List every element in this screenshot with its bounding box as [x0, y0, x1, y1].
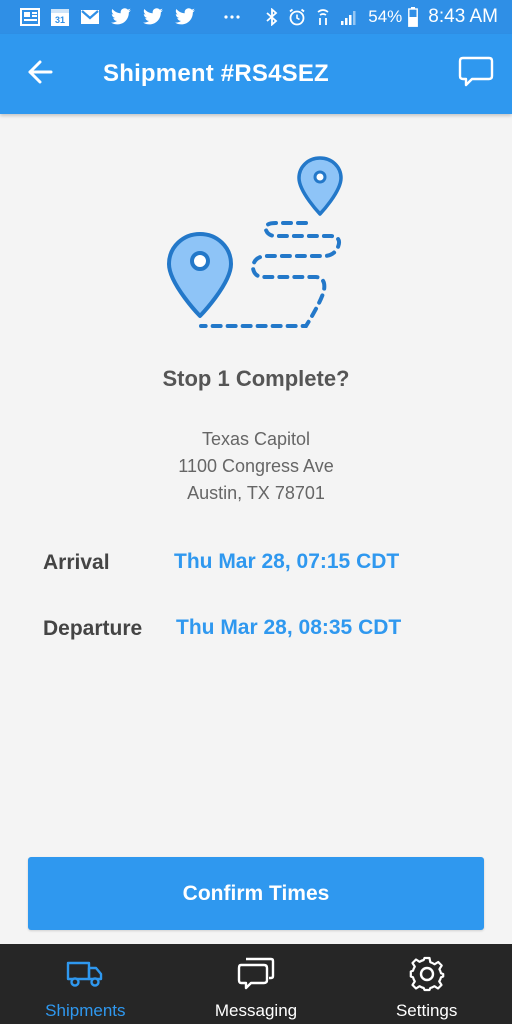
calendar-icon: 31	[50, 7, 70, 27]
twitter-icon	[174, 8, 196, 26]
nav-item-messaging[interactable]: Messaging	[171, 944, 342, 1024]
address-line-3: Austin, TX 78701	[187, 483, 325, 503]
status-time: 8:43 AM	[428, 6, 498, 27]
more-icon	[224, 15, 240, 19]
confirm-times-button[interactable]: Confirm Times	[28, 857, 484, 930]
status-right: 54% 8:43 AM	[266, 6, 498, 28]
status-left: 31	[20, 7, 240, 27]
news-icon	[20, 8, 40, 26]
address-line-1: Texas Capitol	[201, 429, 311, 449]
app-bar: Shipment #RS4SEZ	[0, 34, 512, 114]
gear-icon	[409, 956, 445, 992]
twitter-icon	[142, 8, 164, 26]
page-title: Shipment #RS4SEZ	[103, 60, 329, 87]
chat-bubble-icon	[458, 56, 494, 93]
arrow-left-icon	[27, 60, 53, 89]
gmail-icon	[80, 9, 100, 25]
alarm-icon	[288, 8, 306, 26]
nav-label-settings: Settings	[395, 1001, 458, 1020]
chat-button[interactable]	[456, 56, 496, 92]
address-line-2: 1100 Congress Ave	[178, 456, 334, 476]
wifi-icon	[316, 8, 330, 26]
stop-address: Texas Capitol 1100 Congress Ave Austin, …	[0, 426, 512, 507]
messages-icon	[237, 956, 275, 992]
bluetooth-icon	[266, 8, 278, 26]
nav-label-messaging: Messaging	[214, 1001, 298, 1020]
status-bar: 31 54% 8:43 AM	[0, 0, 512, 34]
nav-label-shipments: Shipments	[45, 1001, 126, 1020]
nav-item-shipments[interactable]: Shipments	[0, 944, 171, 1024]
signal-icon	[340, 9, 358, 25]
departure-time[interactable]: Thu Mar 28, 08:35 CDT	[176, 616, 401, 640]
bottom-nav: Shipments Messaging Settings	[0, 944, 512, 1024]
calendar-day: 31	[55, 15, 65, 25]
back-button[interactable]	[22, 56, 58, 92]
battery-icon	[408, 7, 419, 27]
twitter-icon	[110, 8, 132, 26]
departure-label: Departure	[43, 617, 143, 640]
nav-item-settings[interactable]: Settings	[341, 944, 512, 1024]
stop-title: Stop 1 Complete?	[162, 366, 350, 391]
route-map-pins-icon	[156, 150, 356, 340]
arrival-time[interactable]: Thu Mar 28, 07:15 CDT	[174, 550, 399, 574]
departure-row: Departure	[43, 614, 142, 644]
arrival-label: Arrival	[43, 551, 110, 574]
truck-icon	[66, 956, 104, 992]
arrival-row: Arrival	[43, 548, 110, 578]
battery-percent: 54%	[368, 7, 403, 26]
